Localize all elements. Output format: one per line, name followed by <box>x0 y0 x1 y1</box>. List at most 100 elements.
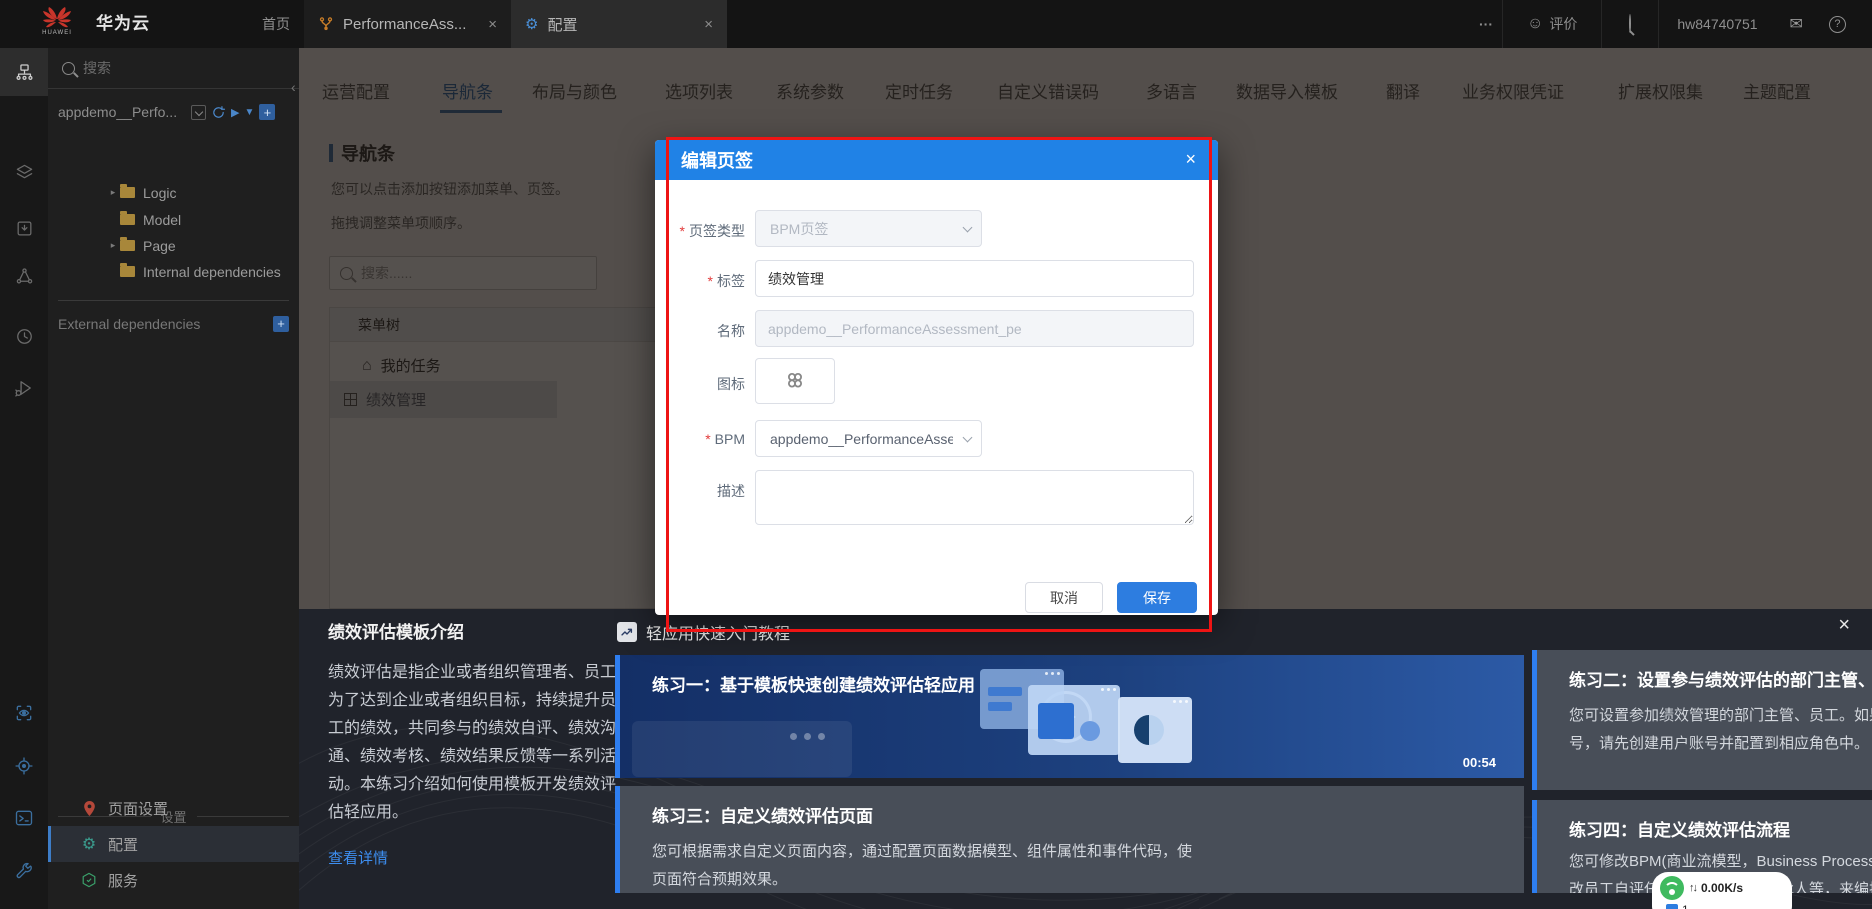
debug-run-icon[interactable] <box>0 364 48 412</box>
huawei-logo: HUAWEI <box>36 6 78 44</box>
tab-config-close-icon[interactable]: × <box>704 16 713 33</box>
folder-icon <box>120 184 135 198</box>
run-icon[interactable]: ▶ <box>231 106 239 119</box>
icon-picker-button[interactable] <box>755 358 835 404</box>
badge-icon <box>1666 904 1678 909</box>
menu-item-page-settings[interactable]: 页面设置 <box>48 790 299 826</box>
sitemap-icon[interactable] <box>0 48 48 96</box>
tab-app-close-icon[interactable]: × <box>488 16 497 33</box>
field-label-name: 名称 <box>717 323 745 339</box>
card-title: 练习四：自定义绩效评估流程 <box>1569 821 1790 840</box>
tree-root-label: appdemo__Perfo... <box>58 104 178 120</box>
crosshair-icon[interactable] <box>0 742 48 790</box>
tree-item-model[interactable]: Model <box>48 206 299 233</box>
tab-config-label: 配置 <box>547 16 578 34</box>
tree-item-logic[interactable]: ▸ Logic <box>48 179 299 206</box>
tree-item-label: Internal dependencies <box>143 263 281 280</box>
tutorial-header: 轻应用快速入门教程 <box>617 620 790 644</box>
view-details-link[interactable]: 查看详情 <box>328 847 388 868</box>
refresh-icon[interactable] <box>211 105 226 120</box>
top-bar: HUAWEI 华为云 首页 PerformanceAss... × ⚙ 配置 ×… <box>0 0 1872 48</box>
cancel-button[interactable]: 取消 <box>1025 582 1103 613</box>
gear-icon: ⚙ <box>525 16 539 33</box>
window-illustration <box>1118 697 1192 763</box>
save-button[interactable]: 保存 <box>1117 582 1197 613</box>
filter-icon[interactable]: ▼ <box>244 107 254 118</box>
username[interactable]: hw84740751 <box>1659 0 1775 48</box>
updown-arrows-icon: ↑↓ <box>1689 882 1698 894</box>
mail-icon[interactable]: ✉ <box>1776 14 1817 34</box>
chevron-down-icon[interactable] <box>191 104 206 120</box>
tutorial-panel: × 绩效评估模板介绍 绩效评估是指企业或者组织管理者、员工为了达到企业或者组织目… <box>299 609 1872 909</box>
external-dependencies-row[interactable]: External dependencies + <box>58 316 289 332</box>
menu-item-config[interactable]: ⚙ 配置 <box>48 826 299 862</box>
tree-item-internal-dependencies[interactable]: Internal dependencies <box>48 258 299 285</box>
layers-icon[interactable] <box>0 148 48 196</box>
card-title: 练习一：基于模板快速创建绩效评估轻应用 <box>652 676 975 695</box>
tab-performance-app[interactable]: PerformanceAss... × <box>304 0 511 48</box>
tree-root-row[interactable]: appdemo__Perfo... ▶ ▼ + <box>58 101 293 123</box>
card-title: 练习三：自定义绩效评估页面 <box>652 807 873 826</box>
bpm-value: appdemo__PerformanceAsses: <box>770 430 953 447</box>
preview-eye-icon[interactable] <box>0 689 48 737</box>
panel-close-icon[interactable]: × <box>1838 614 1850 637</box>
field-label-bpm: * BPM <box>705 431 745 447</box>
help-button[interactable]: ? <box>1817 15 1858 33</box>
tutorial-card-3[interactable]: 练习三：自定义绩效评估页面 您可根据需求自定义页面内容，通过配置页面数据模型、组… <box>615 786 1524 893</box>
bpm-select[interactable]: appdemo__PerformanceAsses: <box>755 420 982 457</box>
chevron-down-icon <box>962 222 973 233</box>
terminal-icon[interactable] <box>0 794 48 842</box>
chevron-down-icon <box>962 432 973 443</box>
menu-item-services[interactable]: 服务 <box>48 862 299 898</box>
card-title: 练习二：设置参与绩效评估的部门主管、员工 <box>1569 671 1872 690</box>
network-speed-widget[interactable]: ↑↓ 0.00K/s 1 <box>1652 872 1792 909</box>
search-icon <box>1629 14 1632 33</box>
package-install-icon[interactable] <box>0 204 48 252</box>
search-icon <box>62 61 75 75</box>
help-icon: ? <box>1828 15 1846 33</box>
feedback-label: 评价 <box>1549 16 1578 32</box>
history-icon[interactable] <box>0 312 48 360</box>
connections-icon[interactable] <box>0 252 48 300</box>
smiley-icon: ☺ <box>1527 15 1544 32</box>
required-mark: * <box>679 223 685 239</box>
add-external-dependency-button[interactable]: + <box>273 316 289 332</box>
card-body: 您可设置参加绩效管理的部门主管、员工。如果系统中没有部门主管、员工用户账号，请先… <box>1569 707 1872 752</box>
tutorial-card-1-video[interactable]: 练习一：基于模板快速创建绩效评估轻应用 00:54 <box>615 655 1524 778</box>
more-menu-button[interactable]: ··· <box>1470 0 1502 48</box>
dialog-close-icon[interactable]: × <box>1185 149 1196 169</box>
add-icon[interactable]: + <box>259 104 276 120</box>
field-label-tag: * 标签 <box>707 273 745 289</box>
tutorial-card-2[interactable]: 练习二：设置参与绩效评估的部门主管、员工 您可设置参加绩效管理的部门主管、员工。… <box>1532 650 1872 790</box>
field-label-type: * 页签类型 <box>679 223 745 239</box>
expander-icon[interactable]: ▸ <box>106 240 120 251</box>
description-textarea[interactable] <box>755 470 1194 525</box>
dialog-title: 编辑页签 <box>681 151 753 171</box>
tab-config[interactable]: ⚙ 配置 × <box>511 0 727 48</box>
external-dependencies-label: External dependencies <box>58 316 201 332</box>
tag-input[interactable] <box>755 260 1194 297</box>
gear-icon: ⚙ <box>81 836 97 853</box>
wrench-icon[interactable] <box>0 847 48 895</box>
hexagon-service-icon <box>80 872 98 888</box>
panel-collapse-icon[interactable]: ‹ <box>291 74 305 100</box>
intro-text: 绩效评估是指企业或者组织管理者、员工为了达到企业或者组织目标，持续提升员工的绩效… <box>328 664 617 821</box>
branch-icon <box>319 17 333 31</box>
badge-count: 1 <box>1682 903 1689 909</box>
tab-type-value: BPM页签 <box>770 220 829 237</box>
required-mark: * <box>707 273 713 289</box>
search-button[interactable] <box>1602 14 1658 33</box>
expander-icon[interactable]: ▸ <box>106 187 120 198</box>
tree-item-page[interactable]: ▸ Page <box>48 232 299 259</box>
ghost-dots-decoration <box>790 733 825 740</box>
left-icon-rail <box>0 48 48 909</box>
feedback-button[interactable]: ☺ 评价 <box>1503 0 1601 48</box>
huawei-wordmark: HUAWEI <box>42 30 72 36</box>
explorer-search-input[interactable]: 搜索 <box>48 48 299 89</box>
network-speed: 0.00K/s <box>1701 881 1744 895</box>
cloud-upload-icon[interactable] <box>0 901 48 909</box>
dialog-header[interactable]: 编辑页签 × <box>655 140 1218 180</box>
home-link[interactable]: 首页 <box>262 0 290 48</box>
wifi-icon <box>1660 876 1684 900</box>
folder-icon <box>120 211 135 225</box>
